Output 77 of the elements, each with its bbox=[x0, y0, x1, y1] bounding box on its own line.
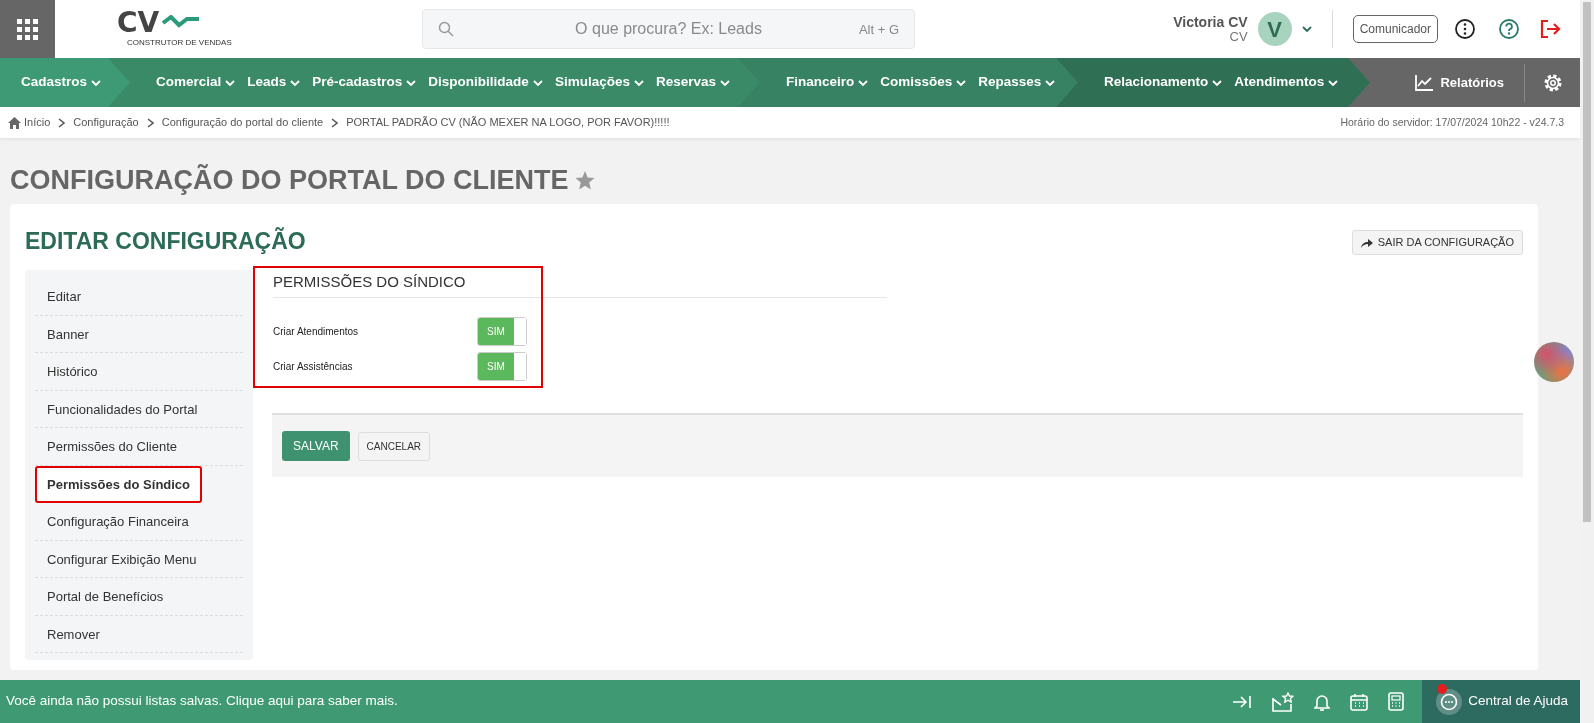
calendar-icon[interactable] bbox=[1350, 692, 1369, 711]
logo-text: CV bbox=[117, 9, 160, 37]
search-icon bbox=[438, 21, 454, 37]
chevron-down-icon bbox=[1328, 78, 1339, 87]
page-title: CONFIGURAÇÃO DO PORTAL DO CLIENTE bbox=[10, 163, 569, 198]
chevron-down-icon bbox=[91, 78, 102, 87]
nav-menu-item[interactable]: Leads bbox=[241, 72, 307, 93]
calculator-icon[interactable] bbox=[1388, 692, 1405, 711]
saved-lists-message[interactable]: Você ainda não possui listas salvas. Clique aqui para saber mais. bbox=[0, 690, 404, 713]
chevron-down-icon bbox=[406, 78, 417, 87]
chevron-right-icon bbox=[146, 117, 154, 128]
nav-menu-item[interactable]: Reservas bbox=[649, 72, 736, 93]
chevron-down-icon bbox=[290, 78, 301, 87]
nav-menu-item[interactable]: Comercial bbox=[150, 72, 242, 93]
breadcrumb-link[interactable]: Configuração bbox=[73, 114, 139, 131]
chevron-down-icon[interactable] bbox=[1301, 25, 1312, 33]
logout-icon bbox=[1540, 19, 1562, 39]
permission-label: Criar Assistências bbox=[273, 360, 353, 374]
section-title: EDITAR CONFIGURAÇÃO bbox=[25, 228, 306, 256]
side-menu-item[interactable]: Portal de Benefícios bbox=[35, 578, 243, 616]
side-menu-item[interactable]: Editar bbox=[35, 278, 243, 316]
chevron-down-icon bbox=[532, 78, 543, 87]
side-menu-item[interactable]: Remover bbox=[35, 615, 243, 653]
apps-menu-button[interactable] bbox=[0, 0, 55, 58]
breadcrumb-current: PORTAL PADRÃO CV (NÃO MEXER NA LOGO, POR FAVOR)!!!!! bbox=[346, 115, 670, 131]
user-role: CV bbox=[1228, 30, 1248, 44]
nav-menu-item[interactable]: Disponibilidade bbox=[422, 72, 549, 93]
chevron-down-icon bbox=[720, 78, 730, 87]
help-center-button[interactable]: Central de Ajuda bbox=[1422, 680, 1580, 723]
line-chart-icon bbox=[1414, 73, 1435, 92]
panel-title: PERMISSÕES DO SÍNDICO bbox=[273, 268, 887, 298]
nav-menu-item[interactable]: Pré-cadastros bbox=[306, 72, 423, 93]
grid-icon bbox=[17, 18, 38, 40]
nav-menu-item[interactable]: Atendimentos bbox=[1228, 72, 1345, 93]
chevron-down-icon bbox=[858, 78, 869, 87]
nav-menu-item[interactable]: Comissões bbox=[874, 72, 973, 93]
mail-star-icon[interactable] bbox=[1272, 691, 1295, 712]
cancel-button[interactable]: CANCELAR bbox=[357, 431, 431, 461]
side-menu-item[interactable]: Permissões do Cliente bbox=[35, 428, 243, 466]
communicator-button[interactable]: Comunicador bbox=[1352, 15, 1438, 43]
exit-configuration-button[interactable]: SAIR DA CONFIGURAÇÃO bbox=[1351, 230, 1523, 255]
home-icon bbox=[8, 116, 21, 129]
info-icon bbox=[1454, 18, 1476, 40]
shortcut-hint: Alt + G bbox=[858, 21, 899, 39]
side-menu-item[interactable]: Configurar Exibição Menu bbox=[35, 540, 243, 578]
breadcrumb-link[interactable]: Início bbox=[8, 114, 51, 131]
share-arrow-icon bbox=[1360, 237, 1373, 248]
permission-label: Criar Atendimentos bbox=[273, 325, 359, 339]
help-icon bbox=[1498, 18, 1520, 40]
nav-menu-item[interactable]: Relacionamento bbox=[1098, 72, 1229, 93]
chevron-down-icon bbox=[1212, 78, 1223, 87]
side-menu-item[interactable]: Funcionalidades do Portal bbox=[35, 390, 243, 428]
nav-menu-item[interactable]: Repasses bbox=[972, 72, 1062, 93]
save-button[interactable]: SALVAR bbox=[282, 431, 350, 461]
chevron-down-icon bbox=[633, 78, 644, 87]
side-menu-item[interactable]: Banner bbox=[35, 315, 243, 353]
nav-menu-item[interactable]: Financeiro bbox=[780, 72, 875, 93]
nav-menu-item[interactable]: Simulações bbox=[548, 72, 650, 93]
logo-tagline: CONSTRUTOR DE VENDAS bbox=[127, 37, 232, 49]
chevron-right-icon bbox=[58, 117, 66, 128]
chat-bubble-icon bbox=[1440, 692, 1459, 711]
settings-icon bbox=[1542, 72, 1563, 93]
chevron-right-icon bbox=[331, 117, 339, 128]
collapse-arrow-icon[interactable] bbox=[1232, 693, 1253, 710]
side-menu-item[interactable]: Configuração Financeira bbox=[35, 503, 243, 541]
side-menu-item[interactable]: Histórico bbox=[35, 353, 243, 391]
side-menu-item[interactable]: Permissões do Síndico bbox=[35, 465, 203, 503]
chevron-down-icon bbox=[1045, 78, 1056, 87]
user-avatar[interactable]: V bbox=[1257, 12, 1292, 46]
user-name: Victoria CV bbox=[1173, 14, 1248, 30]
server-time: Horário do servidor: 17/07/2024 10h22 - v24.7.3 bbox=[1340, 114, 1565, 130]
chevron-down-icon bbox=[225, 78, 236, 87]
chevron-down-icon bbox=[956, 78, 967, 87]
star-icon[interactable] bbox=[574, 170, 595, 190]
bell-icon[interactable] bbox=[1314, 692, 1331, 711]
assistant-orb-icon[interactable] bbox=[1534, 342, 1574, 382]
breadcrumb-link[interactable]: Configuração do portal do cliente bbox=[161, 114, 324, 131]
